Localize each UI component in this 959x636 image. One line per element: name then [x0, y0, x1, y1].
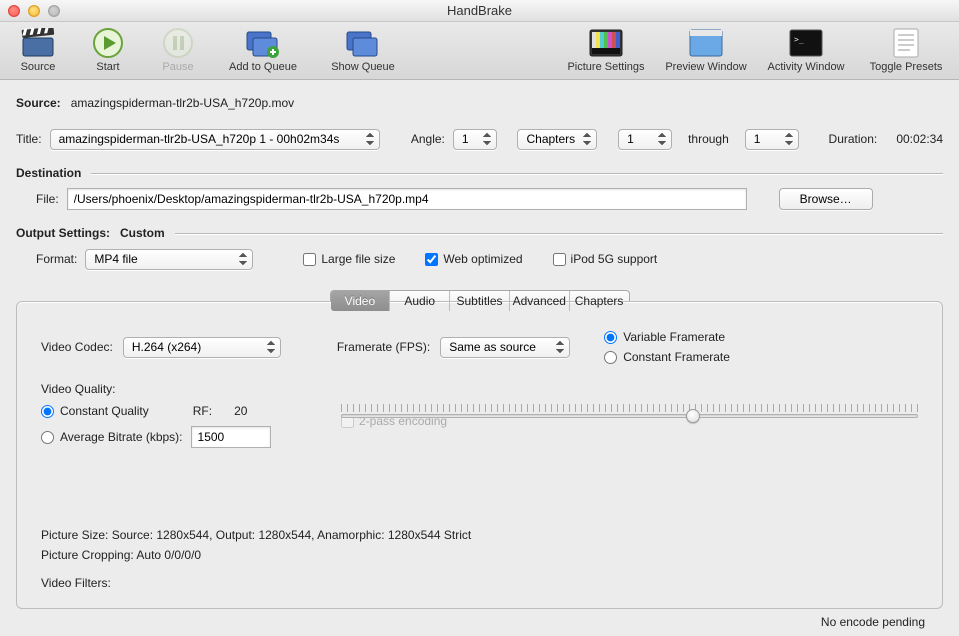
tab-subtitles[interactable]: Subtitles [450, 291, 510, 311]
status-text: No encode pending [16, 609, 943, 629]
source-label: Source: [16, 96, 61, 110]
picture-settings-button[interactable]: Picture Settings [561, 25, 651, 79]
variable-framerate-radio[interactable]: Variable Framerate [604, 330, 730, 344]
destination-heading: Destination [16, 166, 81, 180]
rf-label: RF: [193, 404, 212, 418]
tab-audio[interactable]: Audio [390, 291, 450, 311]
toolbar-label: Preview Window [665, 61, 746, 73]
show-queue-button[interactable]: Show Queue [318, 25, 408, 79]
format-select[interactable]: MP4 file [85, 249, 253, 270]
toolbar-label: Activity Window [767, 61, 844, 73]
pause-icon [162, 25, 194, 61]
file-path-input[interactable] [67, 188, 747, 210]
output-settings-name: Custom [120, 226, 165, 240]
picture-size-text: Picture Size: Source: 1280x544, Output: … [41, 528, 918, 542]
average-bitrate-radio[interactable]: Average Bitrate (kbps): [41, 430, 183, 444]
toolbar-label: Start [96, 61, 119, 73]
chapters-mode-select[interactable]: Chapters [517, 129, 597, 150]
duration-label: Duration: [829, 132, 878, 146]
svg-text:>_: >_ [794, 35, 804, 44]
video-filters-text: Video Filters: [41, 576, 918, 590]
angle-label: Angle: [411, 132, 445, 146]
browse-button[interactable]: Browse… [779, 188, 873, 210]
through-label: through [688, 132, 729, 146]
test-pattern-icon [589, 25, 623, 61]
preview-window-button[interactable]: Preview Window [661, 25, 751, 79]
chapter-from-select[interactable]: 1 [618, 129, 672, 150]
clapper-icon [21, 25, 55, 61]
toolbar-label: Source [21, 61, 56, 73]
queue-show-icon [345, 25, 381, 61]
start-button[interactable]: Start [78, 25, 138, 79]
video-tab-panel: Video Codec: H.264 (x264) Framerate (FPS… [16, 301, 943, 609]
tab-chapters[interactable]: Chapters [570, 291, 629, 311]
constant-quality-radio[interactable]: Constant Quality [41, 404, 149, 418]
toolbar-label: Show Queue [331, 61, 395, 73]
video-codec-select[interactable]: H.264 (x264) [123, 337, 281, 358]
web-optimized-checkbox[interactable]: Web optimized [425, 252, 522, 266]
presets-icon [892, 25, 920, 61]
tab-advanced[interactable]: Advanced [510, 291, 570, 311]
add-to-queue-button[interactable]: Add to Queue [218, 25, 308, 79]
source-value: amazingspiderman-tlr2b-USA_h720p.mov [71, 96, 294, 110]
toolbar: Source Start Pause Add to Queue Show Queue P… [0, 22, 959, 80]
angle-select[interactable]: 1 [453, 129, 497, 150]
play-icon [92, 25, 124, 61]
chapter-to-select[interactable]: 1 [745, 129, 799, 150]
toggle-presets-button[interactable]: Toggle Presets [861, 25, 951, 79]
activity-window-button[interactable]: >_ Activity Window [761, 25, 851, 79]
average-bitrate-input[interactable] [191, 426, 271, 448]
tab-video[interactable]: Video [331, 291, 391, 311]
tab-bar: Video Audio Subtitles Advanced Chapters [330, 290, 630, 312]
source-button[interactable]: Source [8, 25, 68, 79]
constant-framerate-radio[interactable]: Constant Framerate [604, 350, 730, 364]
window-title: HandBrake [0, 3, 959, 18]
toolbar-label: Pause [162, 61, 193, 73]
pause-button: Pause [148, 25, 208, 79]
titlebar: HandBrake [0, 0, 959, 22]
framerate-select[interactable]: Same as source [440, 337, 570, 358]
file-label: File: [36, 192, 59, 206]
video-codec-label: Video Codec: [41, 340, 113, 354]
picture-cropping-text: Picture Cropping: Auto 0/0/0/0 [41, 548, 918, 562]
ipod-5g-checkbox[interactable]: iPod 5G support [553, 252, 658, 266]
terminal-icon: >_ [789, 25, 823, 61]
queue-add-icon [245, 25, 281, 61]
duration-value: 00:02:34 [896, 132, 943, 146]
toolbar-label: Toggle Presets [870, 61, 943, 73]
toolbar-label: Picture Settings [567, 61, 644, 73]
title-select[interactable]: amazingspiderman-tlr2b-USA_h720p 1 - 00h… [50, 129, 380, 150]
large-file-checkbox[interactable]: Large file size [303, 252, 395, 266]
preview-icon [689, 25, 723, 61]
toolbar-label: Add to Queue [229, 61, 297, 73]
rf-value: 20 [234, 404, 247, 418]
title-label: Title: [16, 132, 42, 146]
output-settings-heading: Output Settings: [16, 226, 110, 240]
format-label: Format: [36, 252, 77, 266]
video-quality-heading: Video Quality: [41, 382, 918, 396]
framerate-label: Framerate (FPS): [337, 340, 430, 354]
